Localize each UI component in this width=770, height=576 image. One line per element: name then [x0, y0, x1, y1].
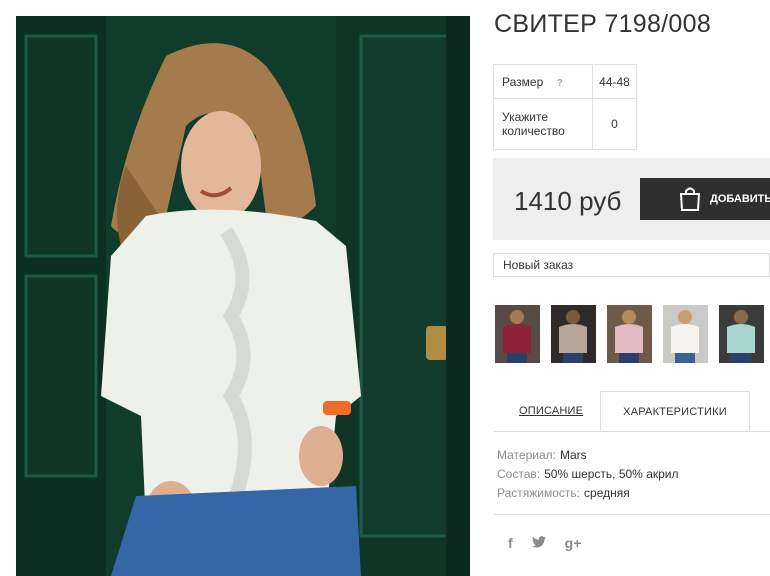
size-label: Размер: [502, 74, 544, 89]
product-params-table: Размер ? 44-48 Укажите количество 0: [493, 64, 637, 150]
add-to-cart-label: ДОБАВИТЬ: [710, 193, 770, 205]
googleplus-icon[interactable]: g+: [565, 535, 582, 551]
characteristic-stretch: Растяжимость: средняя: [497, 484, 679, 503]
characteristic-composition: Состав: 50% шерсть, 50% акрил: [497, 465, 679, 484]
facebook-icon[interactable]: f: [508, 535, 513, 551]
characteristics-list: Материал: Mars Состав: 50% шерсть, 50% акр…: [497, 446, 679, 503]
product-price: 1410 руб: [514, 186, 622, 216]
thumbnail-white[interactable]: [663, 305, 708, 363]
stretch-value: средняя: [584, 486, 630, 500]
product-photo-illustration: [16, 16, 470, 576]
product-title: СВИТЕР 7198/008: [494, 10, 712, 38]
twitter-icon[interactable]: [531, 535, 546, 551]
size-value[interactable]: 44-48: [592, 64, 637, 99]
shopping-bag-icon: [678, 186, 702, 212]
thumbnail-burgundy[interactable]: [495, 305, 540, 363]
add-to-cart-button[interactable]: ДОБАВИТЬ: [640, 178, 770, 220]
thumbnail-beige[interactable]: [551, 305, 596, 363]
product-main-photo[interactable]: [16, 16, 470, 576]
composition-value: 50% шерсть, 50% акрил: [544, 467, 679, 481]
thumbnail-gallery: [495, 305, 764, 363]
price-box: 1410 руб ДОБАВИТЬ: [493, 158, 770, 240]
material-label: Материал:: [497, 448, 556, 462]
quantity-label: Укажите количество: [493, 98, 593, 150]
thumbnail-mint[interactable]: [719, 305, 764, 363]
product-tabs: ОПИСАНИЕ ХАРАКТЕРИСТИКИ: [494, 391, 770, 432]
size-help-icon[interactable]: ?: [557, 78, 563, 89]
characteristic-material: Материал: Mars: [497, 446, 679, 465]
stretch-label: Растяжимость:: [497, 486, 581, 500]
divider: [494, 514, 770, 515]
thumbnail-pink[interactable]: [607, 305, 652, 363]
quantity-input[interactable]: 0: [592, 98, 637, 150]
composition-label: Состав:: [497, 467, 541, 481]
material-value: Mars: [559, 448, 587, 462]
order-select[interactable]: Новый заказ: [493, 253, 770, 277]
size-label-cell: Размер ?: [493, 64, 593, 99]
tab-description[interactable]: ОПИСАНИЕ: [519, 405, 583, 417]
tab-characteristics[interactable]: ХАРАКТЕРИСТИКИ: [600, 391, 750, 431]
social-share: f g+: [508, 535, 581, 551]
